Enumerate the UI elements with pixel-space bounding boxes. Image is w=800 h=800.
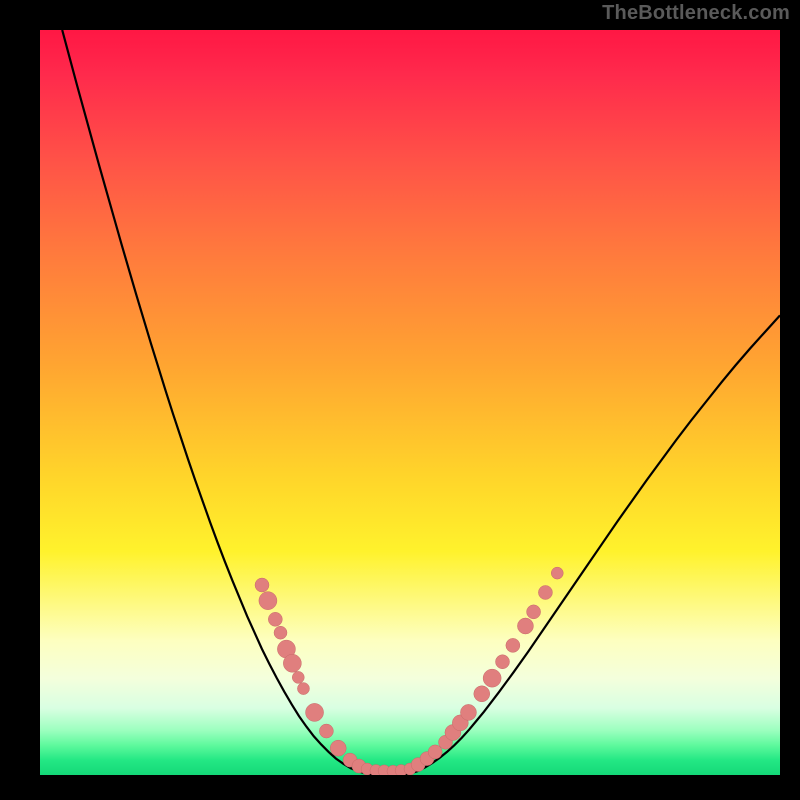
- data-marker: [274, 626, 287, 639]
- data-marker: [527, 605, 541, 619]
- chart-frame: TheBottleneck.com: [0, 0, 800, 800]
- data-marker: [483, 669, 501, 687]
- data-marker: [538, 585, 552, 599]
- data-marker: [268, 612, 282, 626]
- data-marker: [460, 704, 476, 720]
- plot-area: [40, 30, 780, 775]
- data-marker: [319, 724, 333, 738]
- bottleneck-curve: [62, 30, 780, 775]
- data-marker: [428, 745, 442, 759]
- data-marker: [283, 654, 301, 672]
- data-marker: [551, 567, 563, 579]
- data-marker: [306, 703, 324, 721]
- data-marker: [474, 686, 490, 702]
- data-marker: [292, 671, 304, 683]
- data-marker: [496, 655, 510, 669]
- chart-svg: [40, 30, 780, 775]
- watermark-text: TheBottleneck.com: [602, 2, 790, 25]
- data-marker: [255, 578, 269, 592]
- data-marker: [517, 618, 533, 634]
- data-marker: [506, 638, 520, 652]
- data-marker: [259, 592, 277, 610]
- data-marker: [297, 683, 309, 695]
- marker-layer: [255, 567, 563, 775]
- data-marker: [330, 740, 346, 756]
